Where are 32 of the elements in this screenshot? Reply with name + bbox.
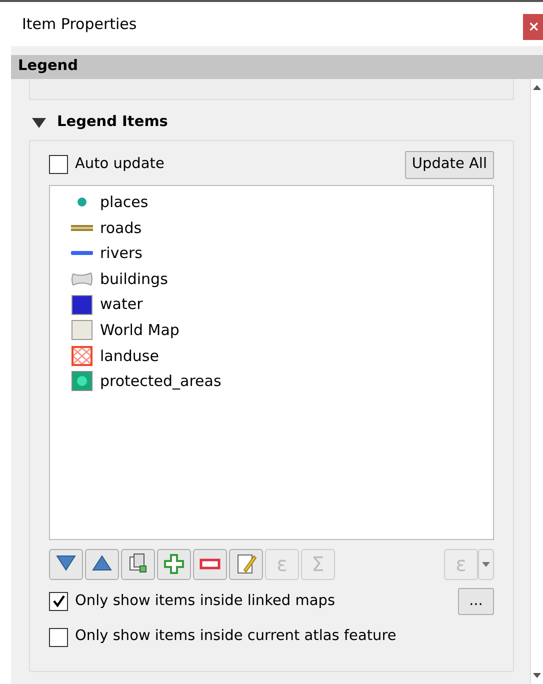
panel-title: Legend xyxy=(11,55,543,79)
dropdown-button[interactable] xyxy=(478,548,494,580)
down-triangle-button[interactable] xyxy=(49,548,83,580)
more-button[interactable]: ... xyxy=(458,588,494,616)
legend-list[interactable]: places roads rivers buildings water World Map landuse protected_areas xyxy=(49,184,494,540)
checkbox[interactable] xyxy=(49,628,68,647)
section-title: Legend Items xyxy=(57,113,168,132)
checkbox[interactable] xyxy=(49,155,68,174)
documents-button[interactable] xyxy=(121,548,155,580)
pencil-button[interactable] xyxy=(229,548,263,580)
scrollbar[interactable] xyxy=(530,79,543,684)
plus-icon xyxy=(162,552,186,576)
update-all-button[interactable]: Update All xyxy=(404,150,494,178)
legend-item-label[interactable]: buildings xyxy=(100,268,168,290)
window-title: Item Properties xyxy=(22,14,137,35)
legend-item-label[interactable]: places xyxy=(100,191,148,214)
checkbox-label: Auto update xyxy=(75,154,164,174)
close-button[interactable]: × xyxy=(523,14,543,40)
checkbox-label: Only show items inside current atlas feature xyxy=(75,627,396,646)
caret-icon xyxy=(482,562,490,566)
collapse-toggle[interactable] xyxy=(31,116,47,129)
plus-button[interactable] xyxy=(157,548,191,580)
legend-item-label[interactable]: landuse xyxy=(100,344,159,368)
legend-item-label[interactable]: rivers xyxy=(100,242,142,265)
legend-item-label[interactable]: protected_areas xyxy=(100,370,222,393)
checkbox[interactable] xyxy=(49,592,68,611)
checkbox-label: Only show items inside linked maps xyxy=(75,592,335,610)
legend-item-label[interactable]: World Map xyxy=(100,319,180,342)
minus-button[interactable] xyxy=(193,548,227,580)
up-triangle-button[interactable] xyxy=(85,548,119,580)
legend-item-label[interactable]: roads xyxy=(100,216,142,240)
legend-item-label[interactable]: water xyxy=(100,293,143,316)
